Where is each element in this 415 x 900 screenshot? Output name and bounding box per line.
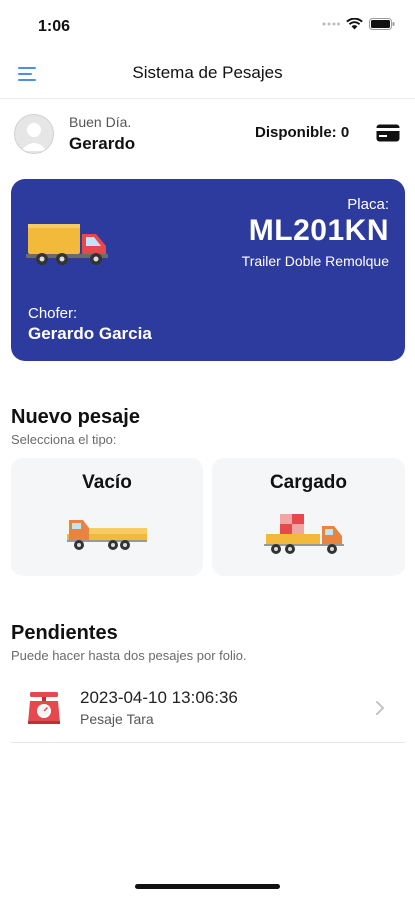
status-time: 1:06 (38, 18, 71, 35)
loaded-truck-icon (264, 514, 344, 554)
plate-number: ML201KN (248, 214, 389, 247)
pending-datetime: 2023-04-10 13:06:36 (80, 688, 238, 707)
empty-weighing-label: Vacío (82, 472, 132, 493)
pending-title: Pendientes (11, 622, 118, 644)
status-icons (322, 18, 395, 30)
wifi-icon (346, 18, 363, 30)
available-count: Disponible: 0 (255, 124, 350, 141)
list-divider (11, 742, 405, 743)
driver-name: Gerardo Garcia (28, 324, 152, 343)
truck-icon (26, 220, 110, 266)
loaded-weighing-label: Cargado (269, 472, 348, 493)
loaded-weighing-button[interactable]: Cargado (212, 458, 405, 576)
chevron-right-icon (375, 700, 385, 716)
user-name: Gerardo (69, 134, 136, 153)
driver-label: Chofer: (28, 305, 78, 322)
plate-label: Placa: (347, 196, 389, 213)
home-indicator[interactable] (135, 884, 280, 889)
user-avatar-icon (15, 115, 53, 153)
pending-type: Pesaje Tara (80, 711, 154, 727)
pending-subtitle: Puede hacer hasta dos pesajes por folio. (11, 648, 247, 663)
credit-card-icon[interactable] (376, 124, 400, 142)
pending-list-item[interactable] (11, 676, 405, 742)
page-title: Sistema de Pesajes (132, 63, 283, 82)
vehicle-type: Trailer Doble Remolque (241, 253, 389, 269)
avatar[interactable] (14, 114, 54, 154)
new-weighing-title: Nuevo pesaje (11, 406, 140, 428)
greeting-text: Buen Día. (69, 114, 132, 130)
new-weighing-subtitle: Selecciona el tipo: (11, 432, 117, 447)
empty-weighing-button[interactable]: Vacío (11, 458, 203, 576)
battery-icon (369, 18, 395, 30)
scale-icon (26, 690, 62, 726)
nav-divider (0, 98, 415, 99)
signal-dots-icon (322, 22, 340, 26)
empty-truck-icon (67, 520, 147, 550)
